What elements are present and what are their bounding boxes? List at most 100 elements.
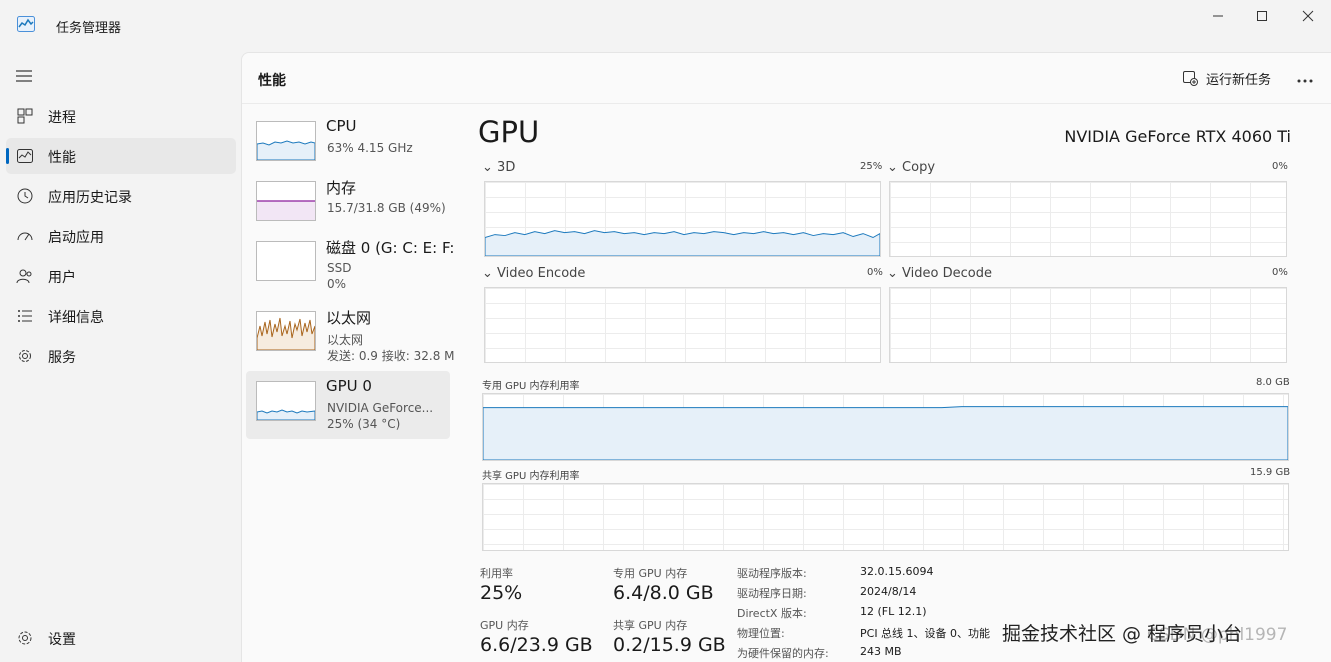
gpu-thumbnail-graph (256, 381, 316, 421)
chevron-down-icon: ⌄ (482, 266, 493, 281)
engine-percent: 25% (860, 161, 883, 172)
processes-icon (17, 108, 33, 124)
performance-icon (17, 149, 33, 163)
nav-label: 详细信息 (48, 310, 104, 326)
device-name: 磁盘 0 (G: C: E: F: (326, 239, 455, 257)
hardware-reserved-key: 为硬件保留的内存: (737, 647, 829, 660)
dedicated-memory-label: 专用 GPU 内存利用率 (482, 381, 580, 392)
device-detail: 以太网 (327, 333, 364, 347)
nav-label: 进程 (48, 110, 76, 126)
hamburger-menu-icon[interactable] (14, 68, 34, 84)
driver-date-value: 2024/8/14 (860, 585, 917, 598)
nav-item-services[interactable]: 服务 (6, 338, 236, 374)
device-detail: SSD (327, 261, 352, 275)
engine-video-decode-selector[interactable]: ⌄ Video Decode (887, 266, 992, 281)
device-item-disk[interactable]: 磁盘 0 (G: C: E: F: SSD 0% (246, 231, 455, 299)
utilization-label: 利用率 (480, 567, 513, 580)
engine-copy-selector[interactable]: ⌄ Copy (887, 160, 935, 175)
engine-video-encode-selector[interactable]: ⌄ Video Encode (482, 266, 585, 281)
device-item-memory[interactable]: 内存 15.7/31.8 GB (49%) (246, 171, 450, 239)
nav-label: 设置 (48, 632, 76, 648)
disk-thumbnail-graph (256, 241, 316, 281)
window-title: 任务管理器 (56, 21, 122, 36)
active-indicator (6, 148, 9, 164)
close-button[interactable] (1298, 8, 1318, 24)
new-task-icon (1183, 71, 1198, 86)
engine-percent: 0% (1272, 267, 1288, 278)
shared-mem-value: 0.2/15.9 GB (613, 634, 726, 656)
gpu-title: GPU (478, 115, 540, 149)
device-detail: 0% (327, 277, 347, 291)
chevron-down-icon: ⌄ (887, 160, 898, 175)
device-item-ethernet[interactable]: 以太网 以太网 发送: 0.9 接收: 32.8 M (246, 301, 455, 369)
directx-version-value: 12 (FL 12.1) (860, 605, 927, 618)
chevron-down-icon: ⌄ (482, 160, 493, 175)
minimize-icon (1213, 15, 1223, 17)
gpu-memory-value: 6.6/23.9 GB (480, 634, 593, 656)
device-item-gpu[interactable]: GPU 0 NVIDIA GeForce... 25% (34 °C) (246, 371, 450, 439)
driver-version-key: 驱动程序版本: (737, 567, 807, 580)
device-detail: 25% (34 °C) (327, 417, 401, 431)
engine-copy-graph (889, 181, 1287, 257)
nav-item-settings[interactable]: 设置 (6, 620, 236, 656)
minimize-button[interactable] (1208, 8, 1228, 24)
title-bar: 任务管理器 (0, 0, 1331, 52)
nav-item-startup-apps[interactable]: 启动应用 (6, 218, 236, 254)
engine-3d-selector[interactable]: ⌄ 3D (482, 160, 515, 175)
physical-location-key: 物理位置: (737, 627, 785, 640)
dedicated-memory-graph (482, 393, 1289, 461)
device-detail: 发送: 0.9 接收: 32.8 M (327, 349, 455, 363)
engine-name: Copy (902, 160, 936, 175)
gpu-memory-label: GPU 内存 (480, 619, 529, 632)
shared-memory-max: 15.9 GB (1250, 467, 1291, 478)
hardware-reserved-value: 243 MB (860, 645, 902, 658)
device-detail: 63% 4.15 GHz (327, 141, 413, 155)
nav-label: 服务 (48, 350, 76, 366)
shared-memory-graph (482, 483, 1289, 551)
page-title: 性能 (258, 73, 286, 89)
memory-thumbnail-graph (256, 181, 316, 221)
page-header: 性能 运行新任务 (242, 53, 1331, 104)
device-name: 内存 (326, 179, 357, 197)
nav-item-performance[interactable]: 性能 (6, 138, 236, 174)
device-name: 以太网 (326, 309, 372, 327)
device-item-cpu[interactable]: CPU 63% 4.15 GHz (246, 111, 450, 179)
directx-version-key: DirectX 版本: (737, 607, 807, 620)
history-icon (17, 188, 33, 204)
driver-date-key: 驱动程序日期: (737, 587, 807, 600)
task-manager-app-icon (17, 16, 35, 32)
dedicated-mem-label: 专用 GPU 内存 (613, 567, 688, 580)
engine-name: 3D (497, 160, 516, 175)
engine-percent: 0% (1272, 161, 1288, 172)
nav-label: 性能 (48, 150, 76, 166)
engine-percent: 0% (867, 267, 883, 278)
nav-item-users[interactable]: 用户 (6, 258, 236, 294)
more-options-button[interactable] (1296, 69, 1314, 88)
juejin-watermark: 掘金技术社区 @ 程序员小台 (1002, 623, 1243, 645)
shared-mem-label: 共享 GPU 内存 (613, 619, 688, 632)
maximize-button[interactable] (1252, 8, 1272, 24)
engine-name: Video Decode (902, 266, 992, 281)
maximize-icon (1257, 11, 1267, 21)
run-new-task-button[interactable]: 运行新任务 (1182, 67, 1271, 89)
nav-item-processes[interactable]: 进程 (6, 98, 236, 134)
shared-memory-label: 共享 GPU 内存利用率 (482, 471, 580, 482)
gpu-model-name: NVIDIA GeForce RTX 4060 Ti (1064, 127, 1291, 146)
engine-video-encode-graph (484, 287, 881, 363)
nav-item-details[interactable]: 详细信息 (6, 298, 236, 334)
close-icon (1302, 10, 1314, 22)
dedicated-mem-value: 6.4/8.0 GB (613, 582, 714, 604)
engine-name: Video Encode (497, 266, 586, 281)
engine-video-decode-graph (889, 287, 1287, 363)
performance-content: 性能 运行新任务 CPU 63% 4.15 GHz 内存 15.7/31.8 G… (241, 52, 1331, 662)
run-new-task-label: 运行新任务 (1206, 72, 1272, 88)
driver-version-value: 32.0.15.6094 (860, 565, 934, 578)
services-gear-icon (19, 350, 31, 362)
nav-item-app-history[interactable]: 应用历史记录 (6, 178, 236, 214)
device-detail: 15.7/31.8 GB (49%) (327, 201, 446, 215)
device-name: CPU (326, 117, 357, 135)
cpu-thumbnail-graph (256, 121, 316, 161)
details-list-icon (18, 310, 32, 322)
dedicated-memory-max: 8.0 GB (1256, 377, 1290, 388)
ethernet-thumbnail-graph (256, 311, 316, 351)
